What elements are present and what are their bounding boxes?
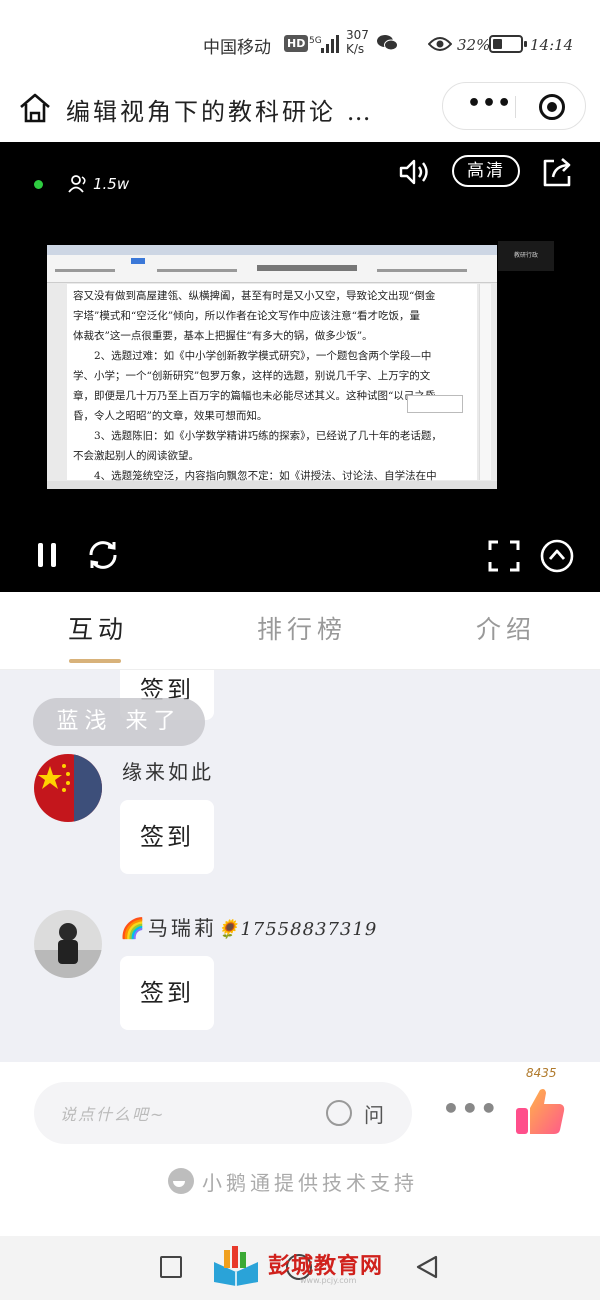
comment-input[interactable]: 说点什么吧~ 问	[34, 1082, 412, 1144]
doc-popup	[407, 395, 463, 413]
input-bar: 说点什么吧~ 问 ••• 8435	[0, 1062, 600, 1172]
volume-icon[interactable]	[398, 158, 432, 186]
refresh-icon[interactable]	[86, 538, 120, 572]
side-tag: 教研行政	[498, 241, 554, 271]
wechat-icon	[377, 35, 398, 51]
tab-intro[interactable]: 介绍	[476, 610, 536, 646]
back-icon[interactable]	[414, 1254, 440, 1280]
title-bar: 编辑视角下的教科研论 … •••	[0, 80, 600, 142]
viewer-count: 1.5w	[93, 175, 130, 193]
tab-active-indicator	[69, 659, 121, 663]
hd-badge: HD	[284, 35, 309, 52]
support-footer: 小鹅通提供技术支持	[0, 1168, 600, 1236]
system-nav-bar: 彭城教育网 www.pcjy.com	[0, 1236, 600, 1300]
network-speed: 307 K/s	[346, 28, 369, 56]
chat-list[interactable]: 签到 蓝浅 来了 缘来如此 签到 🌈马瑞莉🌻17558837319 签到	[0, 670, 600, 1062]
watermark-book-icon	[214, 1246, 258, 1286]
chat-bubble: 签到	[120, 956, 214, 1030]
chat-bubble: 签到	[120, 800, 214, 874]
thumbs-up-icon[interactable]	[514, 1084, 566, 1138]
signal-icon: 5G	[309, 35, 339, 53]
share-icon[interactable]	[540, 156, 574, 188]
video-player[interactable]: 1.5w 高清 容又没有做到高屋建瓴、纵横捭阖，甚至有时是又小又空，导致论文出现…	[0, 142, 600, 592]
more-options-icon[interactable]: •••	[442, 1092, 499, 1125]
clock: 14:14	[530, 36, 574, 54]
live-indicator	[34, 180, 43, 189]
tab-interaction[interactable]: 互动	[68, 610, 128, 646]
like-count: 8435	[526, 1066, 557, 1080]
shared-document-screen: 容又没有做到高屋建瓴、纵横捭阖，甚至有时是又小又空，导致论文出现“倒金 字塔”模…	[47, 245, 497, 489]
carrier: 中国移动	[203, 38, 271, 58]
comment-placeholder: 说点什么吧~	[60, 1105, 166, 1124]
entrance-notice: 蓝浅 来了	[33, 698, 205, 746]
document-text: 容又没有做到高屋建瓴、纵横捭阖，甚至有时是又小又空，导致论文出现“倒金 字塔”模…	[73, 290, 442, 482]
battery-icon	[489, 35, 527, 53]
page-title: 编辑视角下的教科研论 …	[66, 98, 374, 126]
quality-button[interactable]: 高清	[452, 155, 520, 187]
eye-comfort-icon	[428, 37, 452, 51]
tab-bar: 互动 排行榜 介绍	[0, 592, 600, 670]
home-icon[interactable]	[18, 92, 52, 124]
question-toggle-icon[interactable]	[326, 1100, 352, 1126]
xiaoetong-logo-icon	[168, 1168, 194, 1194]
watermark-url: www.pcjy.com	[300, 1276, 357, 1285]
close-target-icon[interactable]	[539, 94, 565, 120]
pause-icon[interactable]	[36, 542, 58, 568]
battery-percent: 32%	[457, 36, 491, 54]
fullscreen-icon[interactable]	[488, 540, 520, 572]
viewers-icon	[68, 175, 86, 193]
tab-ranking[interactable]: 排行榜	[257, 610, 347, 646]
question-label[interactable]: 问	[364, 1099, 384, 1128]
avatar[interactable]	[34, 910, 102, 978]
recent-apps-icon[interactable]	[160, 1256, 182, 1278]
more-icon[interactable]: •••	[467, 91, 512, 116]
support-text: 小鹅通提供技术支持	[202, 1171, 418, 1195]
chat-username: 缘来如此	[122, 760, 214, 784]
mini-program-capsule: •••	[442, 82, 586, 130]
svg-text:5G: 5G	[309, 36, 322, 46]
chat-username: 🌈马瑞莉🌻17558837319	[120, 916, 378, 940]
avatar[interactable]	[34, 754, 102, 822]
status-bar: 中国移动 HD 5G 307 K/s 32% 14:14	[0, 0, 600, 80]
chevron-up-icon[interactable]	[540, 539, 574, 573]
